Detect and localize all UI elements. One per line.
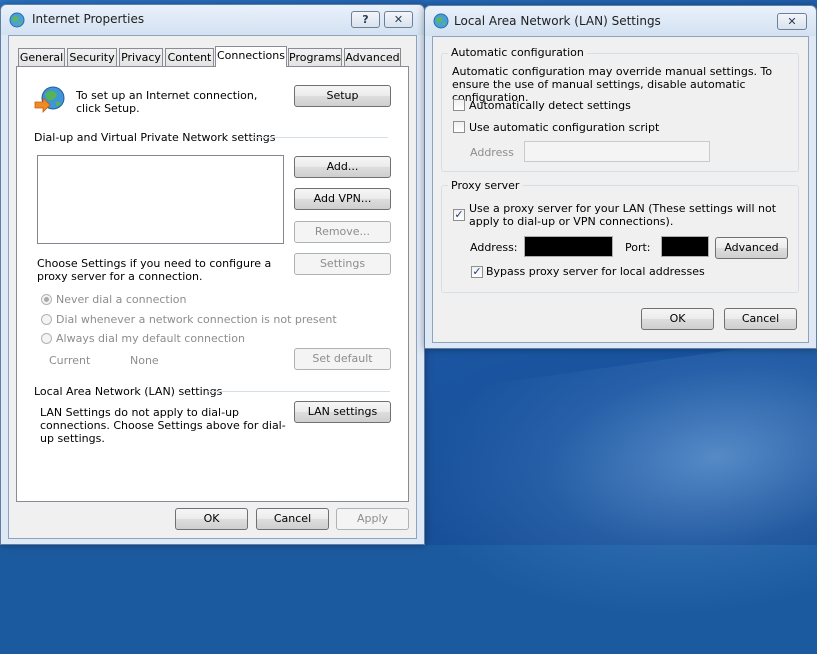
dialup-vpn-header: Dial-up and Virtual Private Network sett… xyxy=(34,131,276,144)
cancel-button[interactable]: Cancel xyxy=(256,508,329,530)
current-label: Current xyxy=(49,354,91,367)
proxy-address-label: Address: xyxy=(470,241,518,254)
always-dial-label: Always dial my default connection xyxy=(56,332,245,345)
setup-description: To set up an Internet connection, click … xyxy=(76,89,258,115)
dialup-divider xyxy=(250,137,388,138)
lan-close-button[interactable]: ✕ xyxy=(777,13,807,30)
current-value: None xyxy=(130,354,159,367)
window-title: Internet Properties xyxy=(32,12,145,26)
lan-cancel-button[interactable]: Cancel xyxy=(724,308,797,330)
lan-divider xyxy=(208,391,390,392)
internet-options-icon xyxy=(9,12,25,28)
use-proxy-checkbox[interactable]: ✓ xyxy=(453,209,465,221)
tab-advanced[interactable]: Advanced xyxy=(344,48,401,66)
advanced-button[interactable]: Advanced xyxy=(715,237,788,259)
connections-panel: To set up an Internet connection, click … xyxy=(16,66,409,502)
settings-description: Choose Settings if you need to configure… xyxy=(37,257,272,283)
connections-listbox[interactable] xyxy=(37,155,284,244)
tab-content[interactable]: Content xyxy=(165,48,214,66)
tab-programs[interactable]: Programs xyxy=(288,48,342,66)
lan-settings-button[interactable]: LAN settings xyxy=(294,401,391,423)
add-vpn-button[interactable]: Add VPN... xyxy=(294,188,391,210)
lan-description: LAN Settings do not apply to dial-up con… xyxy=(40,406,286,445)
proxy-address-input[interactable] xyxy=(524,236,613,257)
tab-privacy[interactable]: Privacy xyxy=(119,48,163,66)
apply-button[interactable]: Apply xyxy=(336,508,409,530)
lan-ok-button[interactable]: OK xyxy=(641,308,714,330)
dial-whenever-radio[interactable] xyxy=(41,314,52,325)
tab-general[interactable]: General xyxy=(18,48,65,66)
proxy-port-label: Port: xyxy=(625,241,651,254)
script-address-input[interactable] xyxy=(524,141,710,162)
help-button[interactable]: ? xyxy=(351,11,380,28)
auto-detect-checkbox[interactable] xyxy=(453,99,465,111)
dial-whenever-label: Dial whenever a network connection is no… xyxy=(56,313,337,326)
lan-settings-header: Local Area Network (LAN) settings xyxy=(34,385,223,398)
automatic-configuration-header: Automatic configuration xyxy=(448,46,587,59)
set-default-button[interactable]: Set default xyxy=(294,348,391,370)
tab-connections[interactable]: Connections xyxy=(215,46,287,67)
always-dial-radio[interactable] xyxy=(41,333,52,344)
proxy-server-header: Proxy server xyxy=(448,179,523,192)
bypass-local-label: Bypass proxy server for local addresses xyxy=(486,265,705,278)
remove-button[interactable]: Remove... xyxy=(294,221,391,243)
use-proxy-label: Use a proxy server for your LAN (These s… xyxy=(469,202,777,228)
lan-window-title: Local Area Network (LAN) Settings xyxy=(454,14,661,28)
title-bar[interactable]: Internet Properties ? ✕ xyxy=(1,5,424,35)
internet-options-icon xyxy=(433,13,449,29)
close-button[interactable]: ✕ xyxy=(384,11,413,28)
settings-button[interactable]: Settings xyxy=(294,253,391,275)
proxy-port-input[interactable] xyxy=(661,236,709,257)
tab-security[interactable]: Security xyxy=(67,48,117,66)
network-setup-icon xyxy=(34,86,65,113)
auto-script-label: Use automatic configuration script xyxy=(469,121,660,134)
lan-title-bar[interactable]: Local Area Network (LAN) Settings ✕ xyxy=(425,6,816,36)
never-dial-radio[interactable] xyxy=(41,294,52,305)
ok-button[interactable]: OK xyxy=(175,508,248,530)
never-dial-label: Never dial a connection xyxy=(56,293,187,306)
setup-button[interactable]: Setup xyxy=(294,85,391,107)
wallpaper-swoosh xyxy=(404,326,817,654)
internet-properties-window: Internet Properties ? ✕ General Security… xyxy=(0,4,425,545)
auto-detect-label: Automatically detect settings xyxy=(469,99,631,112)
bypass-local-checkbox[interactable]: ✓ xyxy=(471,266,483,278)
lan-settings-window: Local Area Network (LAN) Settings ✕ Auto… xyxy=(424,5,817,349)
add-button[interactable]: Add... xyxy=(294,156,391,178)
script-address-label: Address xyxy=(470,146,514,159)
auto-script-checkbox[interactable] xyxy=(453,121,465,133)
